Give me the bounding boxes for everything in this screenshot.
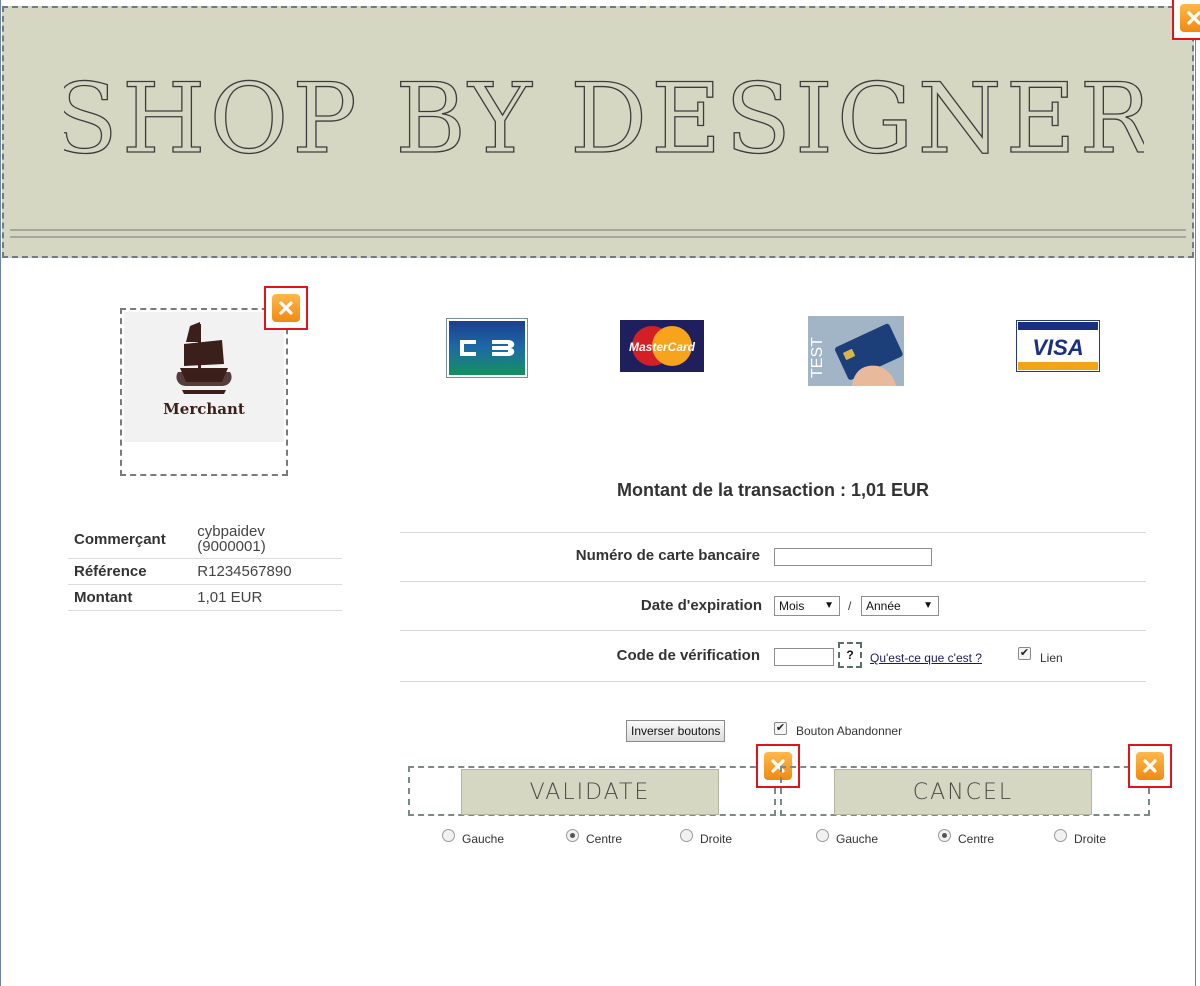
divider (400, 581, 1146, 582)
mastercard-icon[interactable]: MasterCard (620, 320, 704, 372)
divider (400, 532, 1146, 533)
info-value: cybpaidev (9000001) (191, 520, 342, 559)
remove-banner-button[interactable] (1172, 0, 1200, 40)
close-icon (1180, 4, 1200, 32)
divider (400, 681, 1146, 682)
chevron-down-icon: ▼ (824, 600, 834, 611)
radio-label: Centre (958, 832, 995, 846)
validate-align-right-radio[interactable] (680, 829, 693, 842)
merchant-logo: Merchant (124, 312, 284, 442)
svg-text:MasterCard: MasterCard (629, 340, 696, 354)
remove-cancel-button[interactable] (1128, 744, 1172, 788)
cancel-align-right-radio[interactable] (1054, 829, 1067, 842)
test-card-icon[interactable]: TEST (808, 316, 904, 386)
expiry-label: Date d'expiration (640, 597, 762, 614)
select-value: Année (866, 599, 901, 613)
table-row: Montant 1,01 EUR (68, 584, 342, 611)
cvv-info-link[interactable]: Qu'est-ce que c'est ? (870, 651, 982, 665)
svg-text:VISA: VISA (1032, 335, 1083, 360)
cvv-help-icon[interactable]: ? (838, 642, 862, 668)
merchant-info-table: Commerçant cybpaidev (9000001) Référence… (68, 520, 342, 611)
date-separator: / (848, 599, 852, 613)
table-row: Référence R1234567890 (68, 558, 342, 585)
close-icon (272, 294, 300, 322)
info-value: 1,01 EUR (191, 584, 342, 611)
cancel-align-center-radio[interactable] (938, 829, 951, 842)
cancel-button-checkbox-label: Bouton Abandonner (796, 724, 903, 738)
cancel-align-left-radio[interactable] (816, 829, 829, 842)
table-row: Commerçant cybpaidev (9000001) (68, 520, 342, 559)
radio-label: Droite (700, 832, 733, 846)
visa-card-icon[interactable]: VISA (1016, 320, 1100, 372)
cb-card-icon[interactable] (446, 318, 528, 378)
shop-title-text: SHOP BY DESIGNER (64, 63, 1144, 175)
expiry-year-select[interactable]: Année ▼ (861, 596, 939, 616)
cancel-button-checkbox[interactable]: ✔ (774, 722, 787, 735)
ship-icon (176, 322, 232, 394)
info-label: Commerçant (68, 520, 192, 559)
link-checkbox-label: Lien (1040, 651, 1063, 665)
header-banner[interactable]: SHOP BY DESIGNER (2, 6, 1194, 258)
radio-label: Gauche (836, 832, 879, 846)
validate-align-left-radio[interactable] (442, 829, 455, 842)
shop-title: SHOP BY DESIGNER (64, 62, 1144, 175)
radio-label: Droite (1074, 832, 1107, 846)
radio-label: Centre (586, 832, 623, 846)
merchant-logo-zone[interactable]: Merchant (120, 308, 288, 476)
cvv-label: Code de vérification (616, 647, 760, 664)
merchant-logo-text: Merchant (163, 400, 245, 418)
link-checkbox[interactable]: ✔ (1018, 647, 1031, 660)
remove-logo-button[interactable] (264, 286, 308, 330)
radio-label: Gauche (462, 832, 505, 846)
cancel-button[interactable]: CANCEL (834, 769, 1092, 815)
svg-text:TEST: TEST (809, 337, 826, 378)
card-number-input[interactable] (774, 548, 932, 566)
info-label: Référence (68, 558, 192, 585)
chevron-down-icon: ▼ (923, 600, 933, 611)
banner-rule (10, 236, 1186, 238)
banner-rule (10, 229, 1186, 231)
expiry-month-select[interactable]: Mois ▼ (774, 596, 840, 616)
invert-buttons-button[interactable]: Inverser boutons (626, 720, 726, 742)
close-icon (1136, 752, 1164, 780)
info-label: Montant (68, 584, 192, 611)
validate-align-center-radio[interactable] (566, 829, 579, 842)
transaction-amount-title: Montant de la transaction : 1,01 EUR (616, 480, 930, 500)
select-value: Mois (779, 599, 805, 613)
card-number-label: Numéro de carte bancaire (575, 547, 760, 564)
cvv-input[interactable] (774, 648, 834, 666)
divider (400, 630, 1146, 631)
validate-button[interactable]: VALIDATE (461, 769, 719, 815)
info-value: R1234567890 (191, 558, 342, 585)
